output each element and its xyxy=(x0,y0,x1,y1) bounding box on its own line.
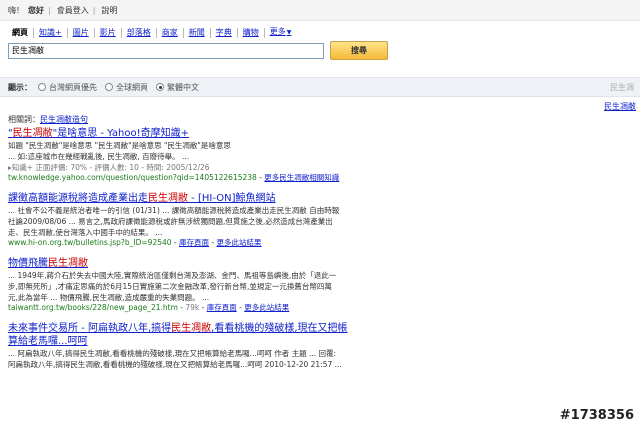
radio-selected-icon xyxy=(156,83,164,91)
related-link[interactable]: 民生凋敝造句 xyxy=(40,115,88,124)
top-bar: 嗨！ 您好 | 會員登入 | 說明 xyxy=(0,0,640,21)
radio-taiwan-first[interactable]: 台灣網頁優先 xyxy=(38,82,97,93)
result-item: 物價飛騰民生凋敝 ... 1949年,蔣介石於失去中國大陸,實際統治區僅剩台灣及… xyxy=(8,257,356,313)
login-link[interactable]: 會員登入 xyxy=(57,5,89,16)
display-label: 顯示： xyxy=(8,82,32,92)
result-title[interactable]: 未來事件交易所 - 阿扁執政八年,搞得民生凋敝,看看桃機的殘破樣,現在又把帳算給… xyxy=(8,322,356,348)
tab-shopping[interactable]: 購物 xyxy=(238,27,265,38)
result-snippet: ... 1949年,蔣介石於失去中國大陸,實際統治區僅剩台灣及澎湖、金門、馬祖等… xyxy=(8,271,337,280)
chevron-down-icon: ▼ xyxy=(286,29,292,36)
tab-news[interactable]: 新聞 xyxy=(184,27,211,38)
result-snippet: 元,此為當年 ... 物價飛騰,民生凋敝,造成嚴重的失業問題。 ... xyxy=(8,293,210,302)
result-snippet: ... 社會不公不義是統治者唯一的引信 (01/31) ... 課徵高額能源稅將… xyxy=(8,206,340,215)
search-row: 搜尋 xyxy=(8,41,388,60)
result-url-line: www.hi-on.org.tw/bulletins.jsp?b_ID=9254… xyxy=(8,238,262,247)
radio-label: 全球網頁 xyxy=(116,82,148,92)
search-tabs: 網頁 知識+ 圖片 影片 部落格 商家 新聞 字典 購物 更多▼ xyxy=(8,27,296,38)
radio-global[interactable]: 全球網頁 xyxy=(105,82,148,93)
result-snippet: ... 阿扁執政八年,搞得民生凋敝,看看桃機的殘破樣,現在又把帳算給老馬囉...… xyxy=(8,349,337,358)
search-results: "民生凋敝"是啥意思 - Yahoo!奇摩知識+ 如題 "民生凋敝"是啥意思 "… xyxy=(8,127,356,379)
display-options: 顯示： 台灣網頁優先 全球網頁 繁體中文 民生凋 xyxy=(0,77,640,97)
options-right-text: 民生凋 xyxy=(610,82,634,92)
tab-dictionary[interactable]: 字典 xyxy=(211,27,238,38)
tab-video[interactable]: 影片 xyxy=(95,27,122,38)
search-button[interactable]: 搜尋 xyxy=(330,41,388,60)
more-site-link[interactable]: 更多此站結果 xyxy=(244,303,289,312)
result-snippet: 步,即無死所」,才痛定思痛的於6月15日實施第二次金融改革,發行新台幣,並規定一… xyxy=(8,282,332,291)
help-link[interactable]: 說明 xyxy=(101,5,117,16)
tab-more-label: 更多 xyxy=(269,27,286,36)
more-site-link[interactable]: 更多此站結果 xyxy=(217,238,262,247)
radio-icon xyxy=(105,83,113,91)
more-related-link[interactable]: 更多民生凋敝相關知識 xyxy=(264,173,339,182)
cache-link[interactable]: 庫存頁面 xyxy=(207,303,237,312)
related-label: 相關詞： xyxy=(8,115,40,124)
radio-icon xyxy=(38,83,46,91)
result-snippet: 阿扁執政八年,搞得民生凋敝,看看桃機的殘破樣,現在又把帳算給老馬囉...呵呵 2… xyxy=(8,360,342,369)
greeting: 嗨！ xyxy=(8,5,24,15)
result-meta: ▸知識+ 正面評價: 70% - 評價人數: 10 - 時間: 2005/12/… xyxy=(8,163,210,172)
result-item: "民生凋敝"是啥意思 - Yahoo!奇摩知識+ 如題 "民生凋敝"是啥意思 "… xyxy=(8,127,356,183)
result-size: 79k xyxy=(185,303,200,312)
search-input[interactable] xyxy=(8,42,324,59)
radio-label: 繁體中文 xyxy=(167,82,199,92)
result-url: tw.knowledge.yahoo.com/question/question… xyxy=(8,173,257,182)
tab-business[interactable]: 商家 xyxy=(157,27,184,38)
result-item: 未來事件交易所 - 阿扁執政八年,搞得民生凋敝,看看桃機的殘破樣,現在又把帳算給… xyxy=(8,322,356,370)
result-url-line: taiwantt.org.tw/books/228/new_page_21.ht… xyxy=(8,303,290,312)
cache-link[interactable]: 庫存頁面 xyxy=(179,238,209,247)
result-snippet: ... 如:這座城市在幾經戰亂後, 民生凋敝, 百廢待舉。 ... xyxy=(8,152,190,161)
result-title[interactable]: 物價飛騰民生凋敝 xyxy=(8,257,356,270)
watermark: #1738356 xyxy=(559,408,634,423)
result-title[interactable]: "民生凋敝"是啥意思 - Yahoo!奇摩知識+ xyxy=(8,127,356,140)
tab-blog[interactable]: 部落格 xyxy=(122,27,157,38)
result-snippet: 走、民生凋敝,使台灣落入中國手中的結果。 ... xyxy=(8,228,163,237)
result-snippet: 社論2009/08/06 ... 易言之,馬政府課徵能源稅或許無涉統獨問題,但貫… xyxy=(8,217,333,226)
result-snippet: 如題 "民生凋敝"是啥意思 "民生凋敝"是啥意思 "民生凋敝"是啥意思 xyxy=(8,141,231,150)
related-terms: 相關詞：民生凋敝造句 xyxy=(8,114,88,125)
radio-label: 台灣網頁優先 xyxy=(49,82,97,92)
tab-knowledge[interactable]: 知識+ xyxy=(34,27,68,38)
result-url: www.hi-on.org.tw/bulletins.jsp?b_ID=9254… xyxy=(8,238,172,247)
result-url-line: tw.knowledge.yahoo.com/question/question… xyxy=(8,173,340,182)
tab-more[interactable]: 更多▼ xyxy=(265,27,297,38)
radio-traditional-chinese[interactable]: 繁體中文 xyxy=(156,82,199,93)
tab-web[interactable]: 網頁 xyxy=(8,27,34,38)
result-title[interactable]: 課徵高額能源稅將造成產業出走民生凋敝 - [HI-ON]鯨魚網站 xyxy=(8,192,356,205)
sidebar-heading[interactable]: 民生凋敝 xyxy=(604,101,636,112)
tab-images[interactable]: 圖片 xyxy=(68,27,95,38)
user-name: 您好 xyxy=(28,5,44,15)
result-url: taiwantt.org.tw/books/228/new_page_21.ht… xyxy=(8,303,178,312)
result-item: 課徵高額能源稅將造成產業出走民生凋敝 - [HI-ON]鯨魚網站 ... 社會不… xyxy=(8,192,356,248)
